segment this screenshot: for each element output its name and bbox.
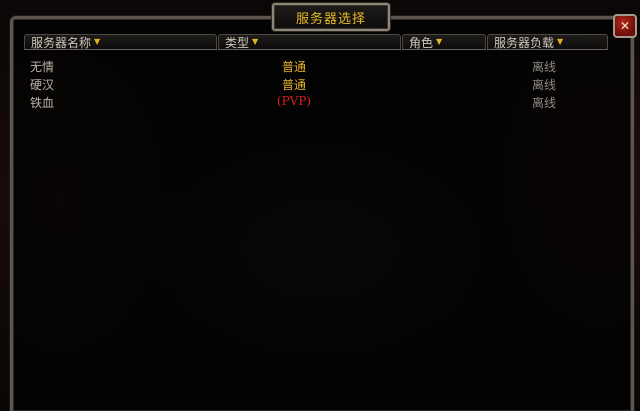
sort-arrow-icon: ▼ [436,37,443,46]
server-row[interactable]: 硬汉 普通 离线 [24,74,609,92]
server-name: 硬汉 [30,78,55,92]
server-row[interactable]: 无情 普通 离线 [24,56,609,74]
column-header-characters[interactable]: 角色 ▼ [402,34,486,50]
sort-arrow-icon: ▼ [252,37,259,46]
server-type: (PVP) [276,94,312,108]
column-header-label: 服务器名称 [31,35,92,50]
window-title: 服务器选择 [272,3,390,31]
server-type: 普通 [281,78,307,92]
column-header-label: 类型 [225,35,250,50]
server-row[interactable]: 铁血 (PVP) 离线 [24,92,609,110]
server-name: 铁血 [30,96,55,110]
column-header-server-name[interactable]: 服务器名称 ▼ [24,34,217,50]
column-header-label: 服务器负载 [494,35,555,50]
server-load: 离线 [531,96,557,110]
close-icon: ✕ [619,19,631,33]
column-header-server-load[interactable]: 服务器负载 ▼ [487,34,608,50]
column-header-label: 角色 [409,35,434,50]
server-type: 普通 [281,60,307,74]
sort-arrow-icon: ▼ [94,37,101,46]
sort-arrow-icon: ▼ [557,37,564,46]
server-load: 离线 [531,78,557,92]
server-load: 离线 [531,60,557,74]
column-header-type[interactable]: 类型 ▼ [218,34,401,50]
window-title-text: 服务器选择 [295,11,366,27]
server-name: 无情 [30,60,55,74]
close-button[interactable]: ✕ [613,14,637,38]
